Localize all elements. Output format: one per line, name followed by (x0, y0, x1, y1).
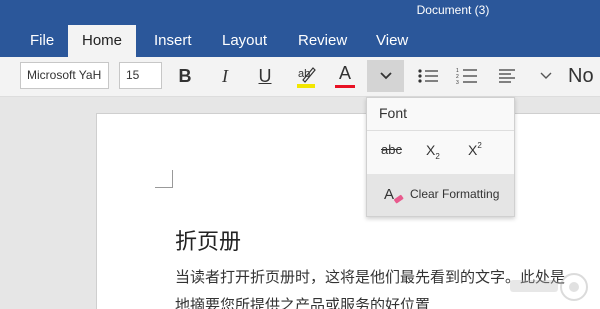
subscript-button[interactable]: X2 (426, 142, 440, 161)
tab-view[interactable]: View (362, 25, 422, 57)
font-dropdown-panel: Font abc X2 X2 A Clear Formatting (366, 97, 515, 217)
svg-text:3: 3 (456, 80, 459, 85)
bullets-button[interactable] (413, 60, 443, 92)
font-color-label: A (338, 63, 351, 83)
watermark-logo (510, 273, 588, 301)
tab-file[interactable]: File (16, 25, 68, 57)
italic-button[interactable]: I (210, 60, 240, 92)
subscript-mark: 2 (435, 152, 440, 161)
svg-text:A: A (384, 186, 394, 203)
chevron-down-icon (540, 72, 552, 79)
document-heading: 折页册 (175, 230, 242, 255)
tab-home[interactable]: Home (68, 25, 137, 57)
font-panel-title: Font (379, 105, 408, 121)
page-corner-mark (155, 170, 173, 188)
numbered-list-icon: 1 2 3 (456, 68, 477, 85)
font-size-box[interactable]: 15 (119, 62, 162, 89)
tab-layout[interactable]: Layout (208, 25, 281, 57)
ribbon-toolbar: Microsoft YaH 15 B I U ab A 1 2 3 No (0, 57, 600, 97)
chevron-down-icon (379, 72, 392, 80)
align-left-icon (499, 69, 515, 83)
document-body-line-2: 地摘要您所提供之产品或服务的好位置 (175, 296, 431, 309)
font-name-box[interactable]: Microsoft YaH (20, 62, 109, 89)
clear-formatting-label: Clear Formatting (410, 187, 500, 201)
bold-button[interactable]: B (170, 60, 200, 92)
numbering-button[interactable]: 1 2 3 (452, 60, 482, 92)
styles-gallery[interactable]: No (568, 65, 594, 88)
superscript-button[interactable]: X2 (468, 141, 482, 158)
clear-formatting-button[interactable]: A Clear Formatting (367, 174, 514, 216)
subscript-label: X (426, 142, 436, 158)
tab-review[interactable]: Review (284, 25, 361, 57)
font-more-dropdown[interactable] (367, 60, 404, 92)
underline-button[interactable]: U (250, 60, 280, 92)
highlight-button[interactable]: ab (289, 60, 323, 92)
font-color-button[interactable]: A (329, 60, 361, 92)
strikethrough-button[interactable]: abc (381, 142, 402, 157)
title-bar: Document (3) File Home Insert Layout Rev… (0, 0, 600, 57)
superscript-mark: 2 (477, 141, 482, 150)
align-button[interactable] (492, 60, 522, 92)
font-color-swatch (335, 85, 355, 88)
tab-insert[interactable]: Insert (140, 25, 206, 57)
document-title: Document (3) (416, 3, 490, 17)
paragraph-more-dropdown[interactable] (533, 60, 559, 92)
superscript-label: X (468, 142, 478, 158)
bullet-list-icon (418, 69, 438, 83)
highlighter-icon: ab (297, 67, 316, 88)
panel-divider (367, 130, 514, 131)
clear-formatting-icon: A (384, 186, 404, 204)
